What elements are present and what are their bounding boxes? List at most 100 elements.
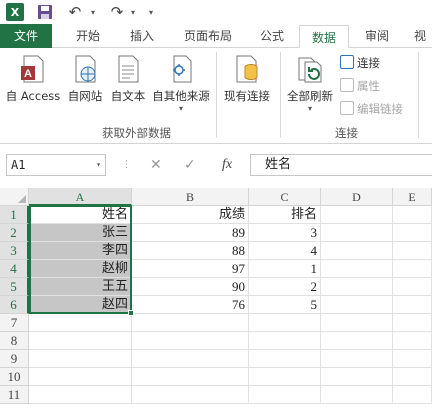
cell-b8[interactable] [132,332,249,350]
from-web-button[interactable]: 自网站 [64,54,106,104]
name-box-dropdown-icon[interactable]: ▾ [96,155,101,175]
cell-e8[interactable] [393,332,432,350]
tab-data[interactable]: 数据 [299,25,349,49]
customize-qat-icon[interactable]: ▾ [146,2,156,22]
cell-d11[interactable] [321,386,393,404]
name-box[interactable]: A1 ▾ [6,154,106,176]
cell-a6[interactable]: 赵四 [29,296,132,314]
cell-c2[interactable]: 3 [249,224,321,242]
tab-home[interactable]: 开始 [64,24,112,48]
cell-a5[interactable]: 王五 [29,278,132,296]
cell-d1[interactable] [321,206,393,224]
cell-b6[interactable]: 76 [132,296,249,314]
cell-d7[interactable] [321,314,393,332]
from-other-sources-button[interactable]: 自其他来源 ▾ [150,54,212,113]
cell-c1[interactable]: 排名 [249,206,321,224]
cell-a9[interactable] [29,350,132,368]
cell-b3[interactable]: 88 [132,242,249,260]
row-header-10[interactable]: 10 [0,368,29,386]
cell-b5[interactable]: 90 [132,278,249,296]
enter-icon[interactable]: ✓ [184,154,196,176]
select-all-button[interactable] [0,188,29,206]
cell-e6[interactable] [393,296,432,314]
other-sources-dropdown-icon[interactable]: ▾ [150,104,212,113]
cell-b2[interactable]: 89 [132,224,249,242]
tab-review[interactable]: 审阅 [354,24,400,48]
cell-c7[interactable] [249,314,321,332]
cell-b11[interactable] [132,386,249,404]
cell-e1[interactable] [393,206,432,224]
tab-page-layout[interactable]: 页面布局 [176,24,240,48]
redo-dropdown-icon[interactable]: ▾ [128,2,138,22]
tab-insert[interactable]: 插入 [118,24,166,48]
tab-view[interactable]: 视 [408,24,432,48]
cell-d9[interactable] [321,350,393,368]
row-header-7[interactable]: 7 [0,314,29,332]
column-header-d[interactable]: D [321,188,393,206]
cell-d3[interactable] [321,242,393,260]
column-header-a[interactable]: A [29,188,132,206]
cell-e3[interactable] [393,242,432,260]
cell-c5[interactable]: 2 [249,278,321,296]
properties-button[interactable]: 属性 [340,77,380,95]
row-header-1[interactable]: 1 [0,206,29,224]
edit-links-button[interactable]: 编辑链接 [340,100,403,118]
tab-formulas[interactable]: 公式 [248,24,296,48]
cell-e7[interactable] [393,314,432,332]
row-header-2[interactable]: 2 [0,224,29,242]
undo-dropdown-icon[interactable]: ▾ [88,2,98,22]
cell-b1[interactable]: 成绩 [132,206,249,224]
row-header-11[interactable]: 11 [0,386,29,404]
cell-e2[interactable] [393,224,432,242]
cell-d8[interactable] [321,332,393,350]
existing-connections-button[interactable]: 现有连接 [220,54,274,104]
row-header-8[interactable]: 8 [0,332,29,350]
cell-a3[interactable]: 李四 [29,242,132,260]
cell-a7[interactable] [29,314,132,332]
cell-a8[interactable] [29,332,132,350]
cell-c4[interactable]: 1 [249,260,321,278]
row-header-3[interactable]: 3 [0,242,29,260]
insert-function-icon[interactable]: fx [222,154,232,176]
cell-d10[interactable] [321,368,393,386]
cell-e4[interactable] [393,260,432,278]
undo-icon[interactable]: ↶ [66,2,84,22]
row-header-5[interactable]: 5 [0,278,29,296]
from-text-button[interactable]: 自文本 [108,54,148,104]
row-header-6[interactable]: 6 [0,296,29,314]
formula-input[interactable]: 姓名 [250,154,432,176]
column-header-e[interactable]: E [393,188,432,206]
cell-a11[interactable] [29,386,132,404]
row-header-9[interactable]: 9 [0,350,29,368]
cell-d6[interactable] [321,296,393,314]
tab-file[interactable]: 文件 [0,24,52,48]
redo-icon[interactable]: ↷ [108,2,126,22]
refresh-all-dropdown-icon[interactable]: ▾ [284,104,336,113]
cell-e5[interactable] [393,278,432,296]
refresh-all-button[interactable]: 全部刷新 ▾ [284,54,336,113]
cell-b7[interactable] [132,314,249,332]
cell-b10[interactable] [132,368,249,386]
cell-e11[interactable] [393,386,432,404]
cancel-icon[interactable]: ✕ [150,154,162,176]
cell-d2[interactable] [321,224,393,242]
cell-c6[interactable]: 5 [249,296,321,314]
row-header-4[interactable]: 4 [0,260,29,278]
cell-a4[interactable]: 赵柳 [29,260,132,278]
cell-d4[interactable] [321,260,393,278]
cell-a10[interactable] [29,368,132,386]
cell-e10[interactable] [393,368,432,386]
cell-a2[interactable]: 张三 [29,224,132,242]
connections-button[interactable]: 连接 [340,54,380,72]
cell-e9[interactable] [393,350,432,368]
cell-b4[interactable]: 97 [132,260,249,278]
save-icon[interactable] [36,2,54,22]
cell-b9[interactable] [132,350,249,368]
fill-handle[interactable] [128,310,134,316]
column-header-c[interactable]: C [249,188,321,206]
column-header-b[interactable]: B [132,188,249,206]
from-access-button[interactable]: A 自 Access [4,54,62,104]
cell-d5[interactable] [321,278,393,296]
cell-c11[interactable] [249,386,321,404]
cell-c10[interactable] [249,368,321,386]
